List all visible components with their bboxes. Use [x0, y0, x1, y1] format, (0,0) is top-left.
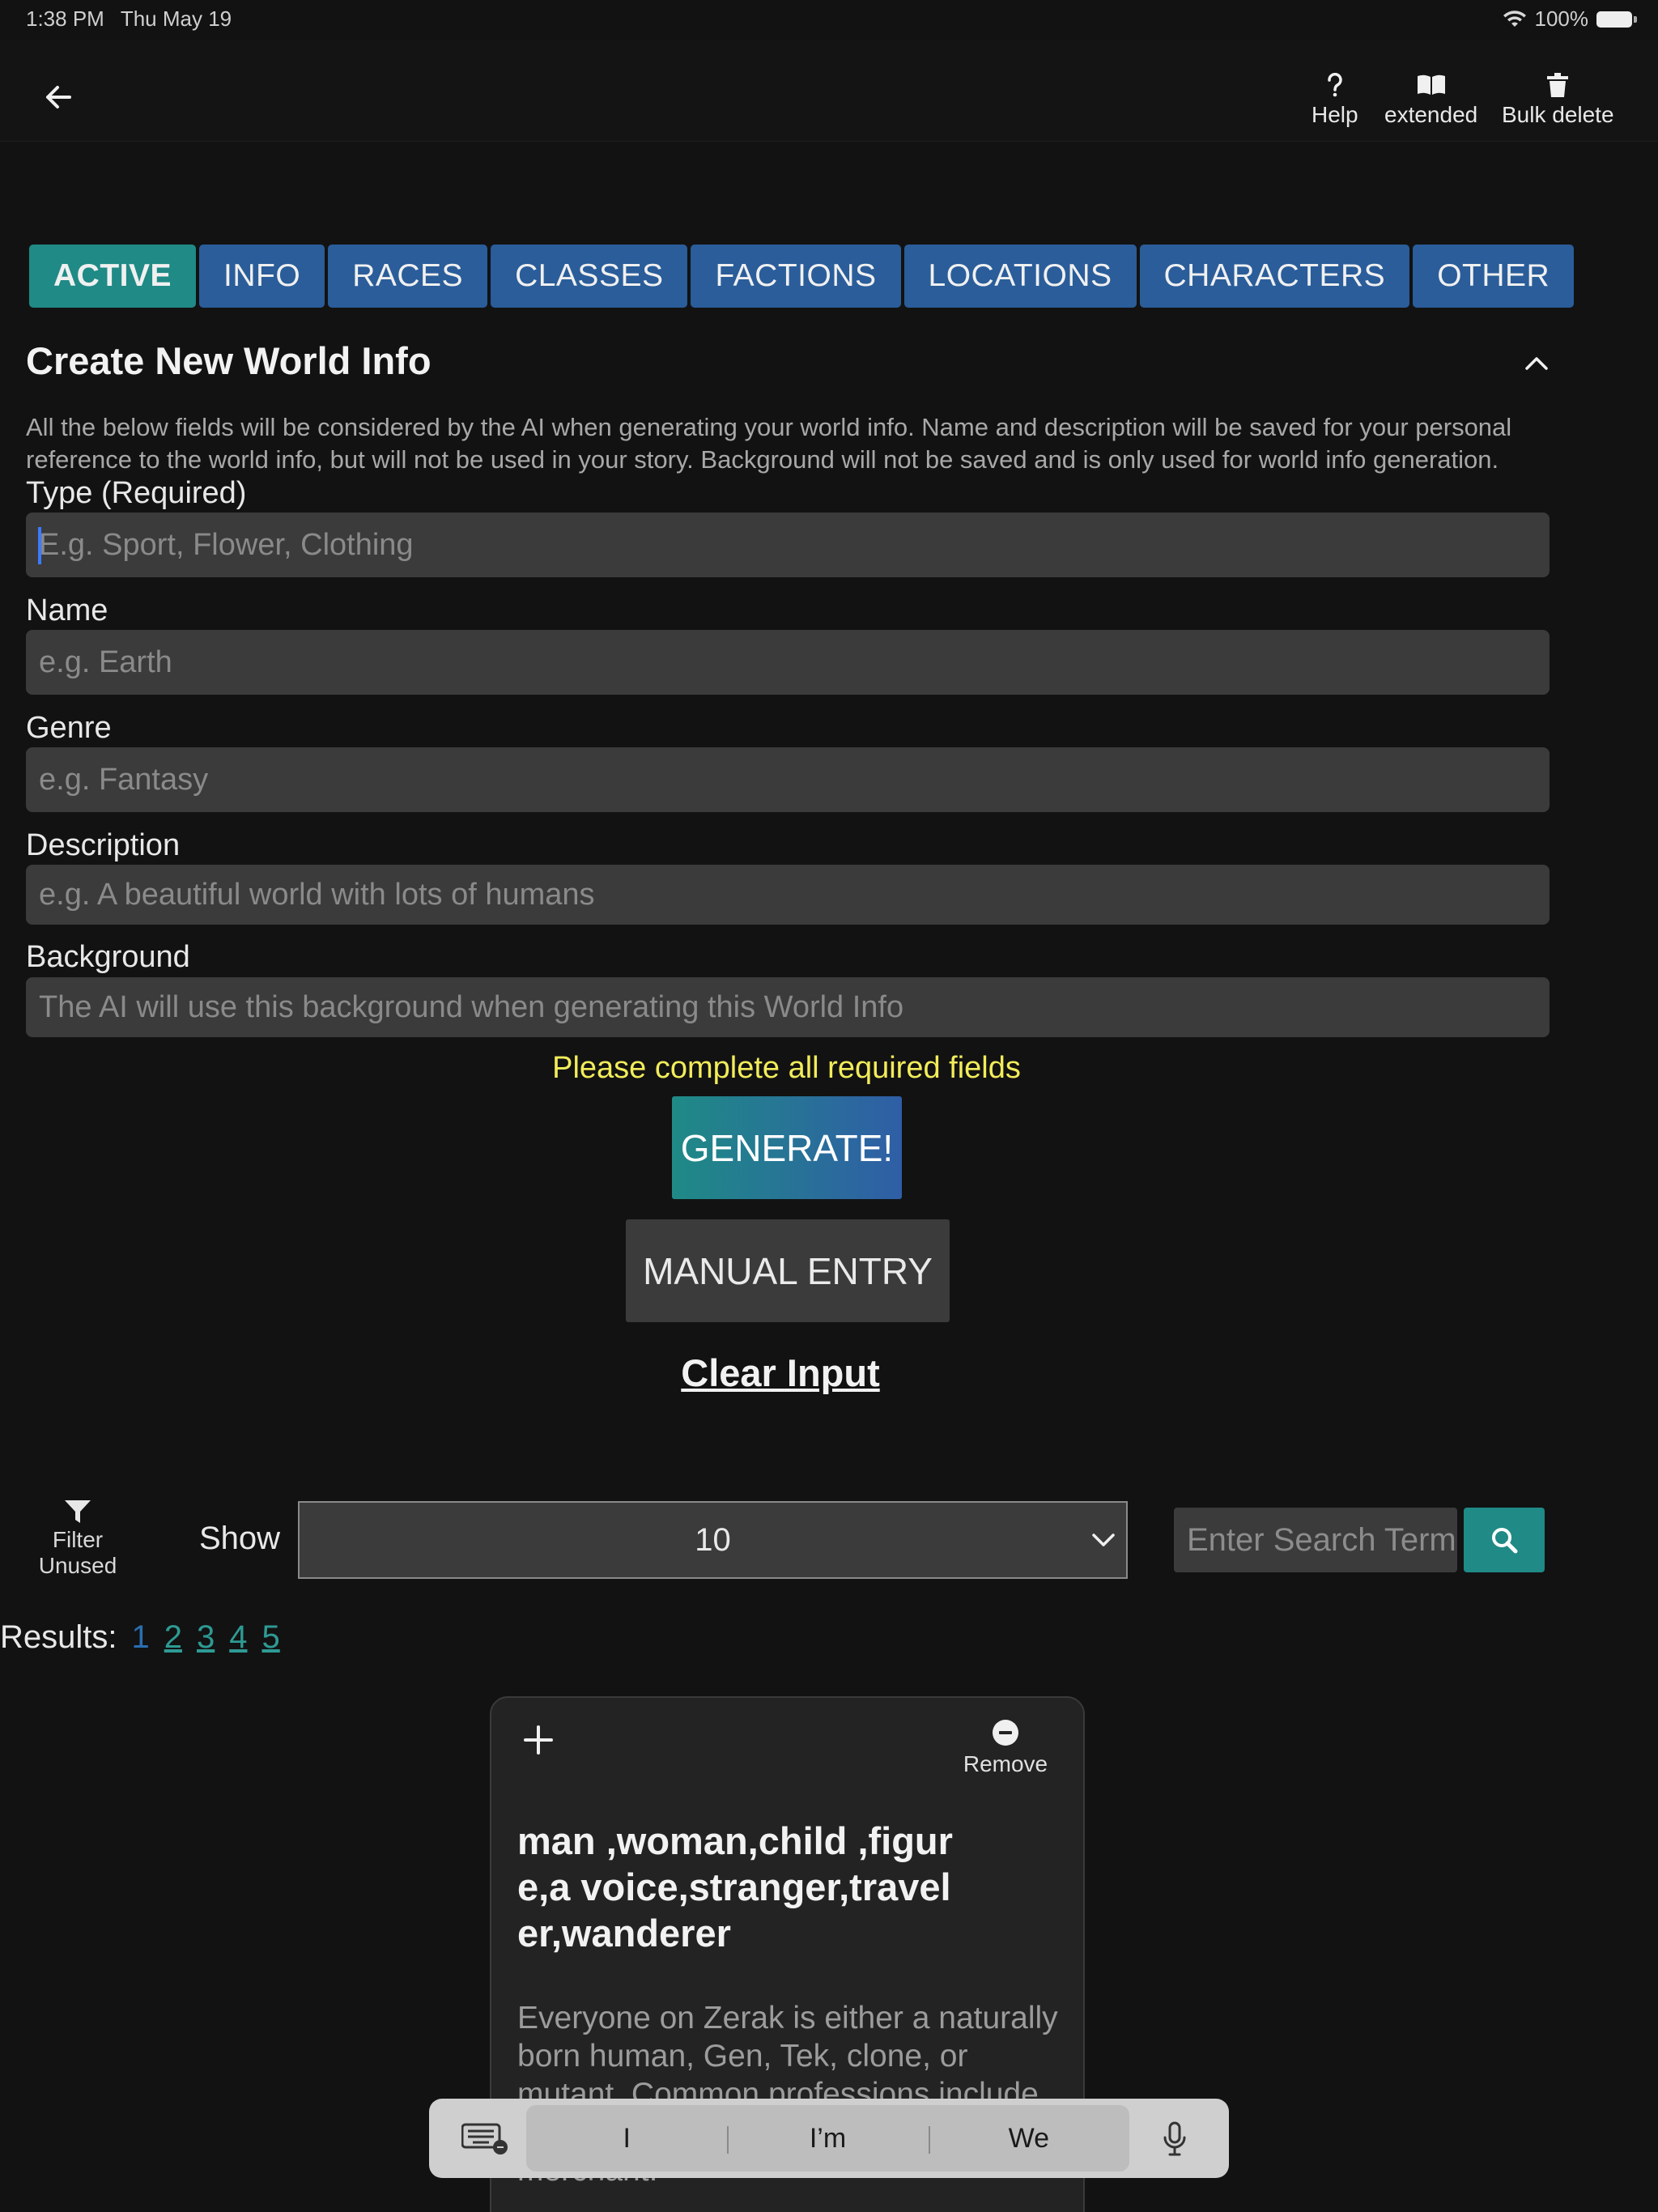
- keyboard-suggestion-bar: I I’m We: [429, 2099, 1229, 2178]
- clear-input-link[interactable]: Clear Input: [0, 1351, 1561, 1395]
- battery-icon: [1596, 11, 1637, 28]
- chevron-down-icon: [1092, 1534, 1115, 1546]
- microphone-icon[interactable]: [1163, 2121, 1187, 2157]
- search-input[interactable]: Enter Search Term: [1174, 1508, 1457, 1572]
- search-icon: [1492, 1528, 1518, 1554]
- description-input[interactable]: [39, 877, 1550, 912]
- wifi-icon: [1503, 10, 1526, 27]
- keyboard-icon[interactable]: [461, 2121, 508, 2155]
- intro-text: All the below fields will be considered …: [26, 413, 1512, 474]
- filter-label: Filter: [52, 1527, 104, 1552]
- background-field[interactable]: [26, 977, 1550, 1037]
- filter-sublabel: Unused: [38, 1553, 117, 1578]
- generate-button[interactable]: GENERATE!: [672, 1096, 902, 1199]
- category-tabs: ACTIVE INFO RACES CLASSES FACTIONS LOCAT…: [29, 245, 1575, 308]
- tab-factions[interactable]: FACTIONS: [691, 245, 901, 308]
- required-fields-warning: Please complete all required fields: [552, 1051, 1021, 1085]
- remove-label: Remove: [963, 1751, 1048, 1776]
- name-label: Name: [26, 593, 108, 627]
- suggestion-item[interactable]: I’m: [727, 2123, 928, 2155]
- page-link-3[interactable]: 3: [197, 1619, 215, 1656]
- page-link-4[interactable]: 4: [229, 1619, 247, 1656]
- remove-button[interactable]: Remove: [945, 1719, 1066, 1777]
- minus-circle-icon: [993, 1720, 1018, 1746]
- tab-classes[interactable]: CLASSES: [491, 245, 688, 308]
- show-count-select[interactable]: 10: [298, 1501, 1128, 1579]
- add-button[interactable]: [521, 1722, 556, 1758]
- card-title: man ,woman,child ,figure,a voice,strange…: [517, 1819, 953, 1955]
- background-label: Background: [26, 940, 190, 974]
- suggestion-item[interactable]: I: [526, 2123, 727, 2155]
- trash-icon: [1547, 73, 1569, 97]
- genre-label: Genre: [26, 711, 112, 745]
- genre-field[interactable]: [26, 747, 1550, 812]
- page-link-1[interactable]: 1: [132, 1619, 150, 1656]
- arrow-left-icon: [46, 86, 71, 108]
- tab-locations[interactable]: LOCATIONS: [903, 245, 1137, 308]
- filter-icon: [65, 1500, 91, 1523]
- section-title: Create New World Info: [26, 339, 432, 382]
- help-label: Help: [1312, 102, 1358, 127]
- extended-button[interactable]: extended: [1384, 73, 1477, 128]
- results-pagination: Results: 1 2 3 4 5: [0, 1619, 280, 1656]
- back-button[interactable]: [36, 74, 81, 120]
- plus-icon: [524, 1725, 553, 1755]
- tab-info[interactable]: INFO: [199, 245, 325, 308]
- suggestion-strip: I I’m We: [526, 2105, 1129, 2172]
- genre-input[interactable]: [39, 762, 1550, 798]
- background-input[interactable]: [39, 989, 1550, 1025]
- help-button[interactable]: Help: [1312, 73, 1358, 128]
- text-cursor: [38, 527, 41, 564]
- bulk-delete-label: Bulk delete: [1502, 102, 1614, 127]
- type-label: Type (Required): [26, 476, 247, 510]
- chevron-up-icon: [1525, 357, 1548, 370]
- page-link-2[interactable]: 2: [164, 1619, 182, 1656]
- battery-percent: 100%: [1534, 6, 1589, 31]
- description-field[interactable]: [26, 865, 1550, 925]
- filter-unused-button[interactable]: Filter Unused: [39, 1499, 117, 1579]
- status-bar-left: 1:38 PM Thu May 19: [26, 6, 232, 32]
- tab-races[interactable]: RACES: [328, 245, 488, 308]
- status-time: 1:38 PM: [26, 6, 104, 31]
- page-link-5[interactable]: 5: [262, 1619, 280, 1656]
- question-icon: [1328, 73, 1342, 97]
- search-button[interactable]: [1464, 1508, 1545, 1572]
- book-icon: [1417, 74, 1445, 95]
- status-bar-right: 100%: [1503, 6, 1637, 32]
- description-label: Description: [26, 828, 181, 862]
- type-input[interactable]: [39, 527, 1550, 563]
- show-label: Show: [199, 1521, 281, 1556]
- tab-characters[interactable]: CHARACTERS: [1139, 245, 1410, 308]
- results-label: Results:: [0, 1619, 117, 1655]
- show-count-value: 10: [695, 1521, 731, 1558]
- tab-other[interactable]: OTHER: [1413, 245, 1575, 308]
- collapse-button[interactable]: [1520, 347, 1553, 379]
- type-field[interactable]: [26, 513, 1550, 577]
- extended-label: extended: [1384, 102, 1478, 127]
- name-input[interactable]: [39, 644, 1550, 680]
- name-field[interactable]: [26, 630, 1550, 695]
- manual-entry-button[interactable]: MANUAL ENTRY: [626, 1219, 950, 1322]
- bulk-delete-button[interactable]: Bulk delete: [1502, 73, 1614, 128]
- tab-active[interactable]: ACTIVE: [29, 245, 197, 308]
- status-date: Thu May 19: [120, 6, 232, 31]
- suggestion-item[interactable]: We: [928, 2123, 1129, 2155]
